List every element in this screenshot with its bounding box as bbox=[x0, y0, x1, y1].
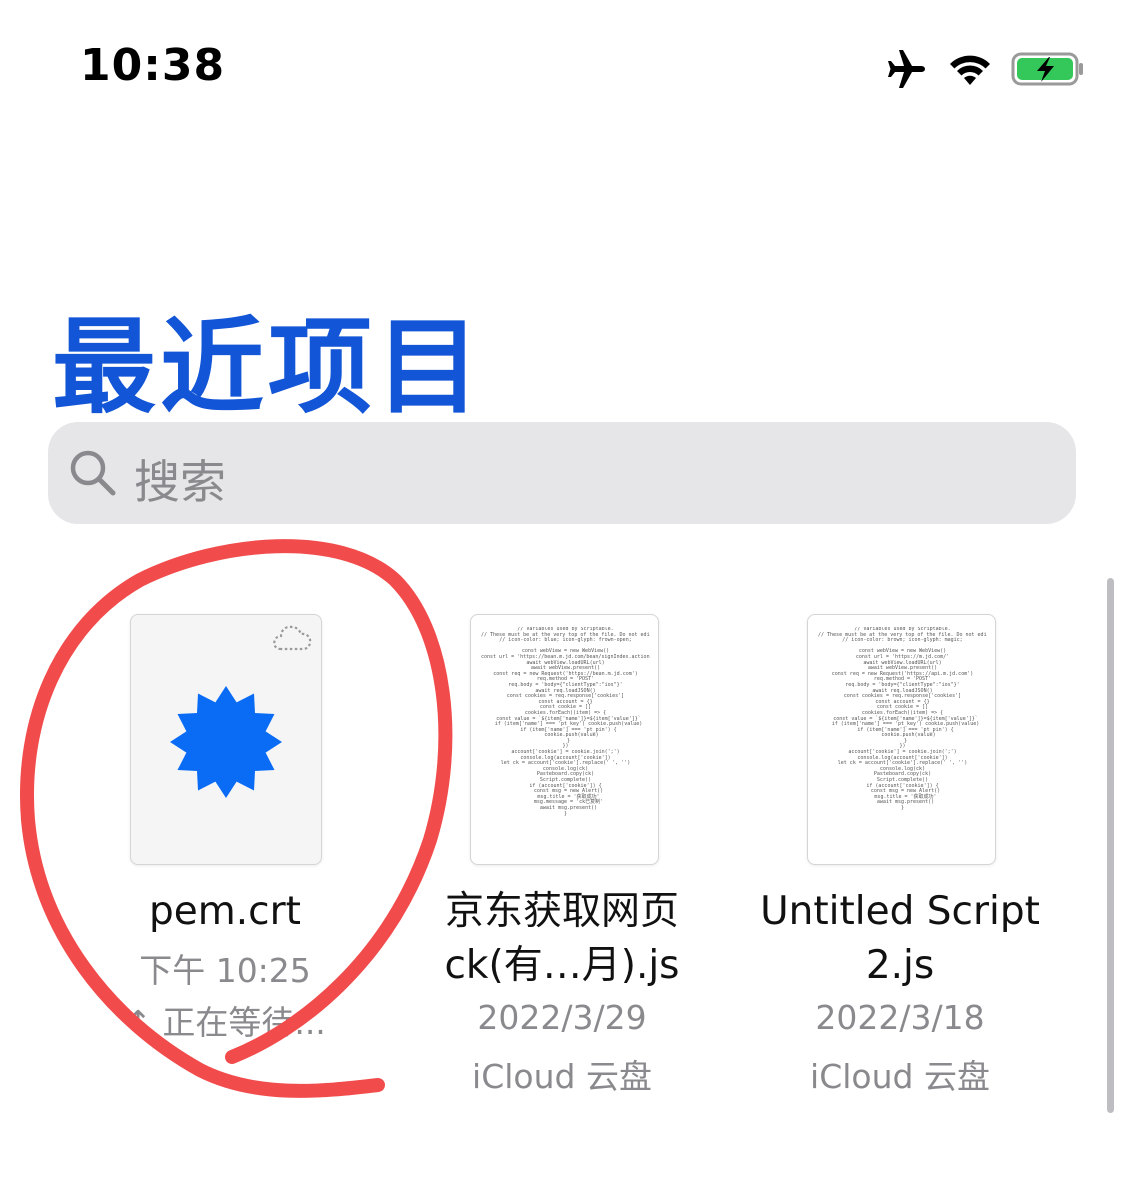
page-title: 最近项目 bbox=[52, 306, 485, 428]
search-placeholder: 搜索 bbox=[134, 455, 226, 509]
file-date: 2022/3/29 bbox=[477, 998, 647, 1037]
file-thumbnail[interactable]: // Variables used by Scriptable. // Thes… bbox=[470, 614, 659, 865]
battery-charging-icon bbox=[1011, 52, 1083, 86]
file-date: 2022/3/18 bbox=[815, 998, 985, 1037]
file-name-line-2: ck(有…月).js bbox=[444, 943, 680, 988]
status-time: 10:38 bbox=[80, 40, 226, 91]
status-icons bbox=[885, 46, 1085, 92]
file-thumbnail[interactable]: // Variables used by Scriptable. // Thes… bbox=[807, 614, 996, 865]
scrollbar[interactable] bbox=[1107, 578, 1114, 1113]
code-preview: // Variables used by Scriptable. // Thes… bbox=[818, 627, 987, 811]
airplane-icon bbox=[888, 50, 925, 88]
file-name: pem.crt bbox=[149, 889, 301, 934]
file-date: 下午 10:25 bbox=[139, 951, 311, 990]
code-preview: // Variables used by Scriptable. // Thes… bbox=[481, 627, 650, 817]
search-icon bbox=[70, 450, 116, 496]
status-bar: 10:38 bbox=[0, 0, 1125, 140]
certificate-seal-icon bbox=[170, 686, 282, 798]
wifi-icon bbox=[950, 55, 990, 85]
file-location: iCloud 云盘 bbox=[472, 1057, 652, 1096]
file-name-line-1: 京东获取网页 bbox=[444, 889, 679, 934]
file-name-line-2: 2.js bbox=[865, 943, 935, 988]
upload-status: ↑ 正在等待... bbox=[124, 1003, 326, 1042]
file-name-line-1: Untitled Script bbox=[760, 889, 1040, 934]
icloud-download-icon bbox=[273, 625, 312, 651]
file-location: iCloud 云盘 bbox=[810, 1057, 990, 1096]
file-thumbnail[interactable] bbox=[130, 614, 322, 865]
